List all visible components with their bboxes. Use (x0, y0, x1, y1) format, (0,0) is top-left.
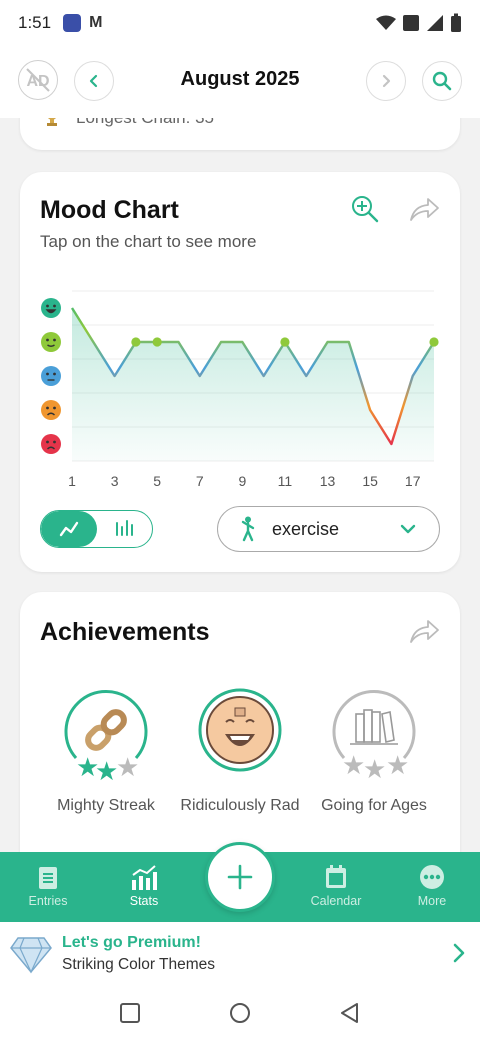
chevron-right-icon[interactable] (452, 942, 466, 964)
plus-icon (227, 864, 253, 890)
more-icon (420, 865, 444, 889)
next-month-button[interactable] (366, 61, 406, 101)
mood-point (280, 337, 290, 347)
nav-calendar[interactable]: Calendar (288, 852, 384, 922)
app-header: AD August 2025 (0, 46, 480, 118)
previous-month-button[interactable] (74, 61, 114, 101)
diamond-icon (10, 937, 52, 974)
mood-chart-title: Mood Chart (40, 196, 179, 224)
search-button[interactable] (422, 61, 462, 101)
exercise-icon (241, 516, 255, 542)
line-chart-icon (59, 521, 79, 537)
svg-text:★: ★ (386, 751, 409, 781)
nav-label: Calendar (310, 894, 362, 908)
x-tick-label: 3 (111, 473, 119, 489)
premium-title: Let's go Premium! (62, 934, 201, 951)
x-tick-label: 7 (196, 473, 204, 489)
status-bar: 1:51 M (0, 0, 480, 46)
books-badge-icon: ★ ★ ★ (332, 690, 416, 785)
mood-chart-card: Mood Chart Tap on the chart to see more (20, 172, 460, 572)
signal-icon (427, 15, 443, 31)
achievement-label: Ridiculously Rad (180, 797, 300, 814)
achievement-mighty-streak[interactable]: ★ ★ ★ Mighty Streak (41, 688, 171, 815)
nav-more[interactable]: More (384, 852, 480, 922)
achievements-card: Achievements ★ ★ ★ Mighty Streak Ridicul… (20, 592, 460, 882)
m-notification-icon: M (89, 14, 103, 31)
mood-line-chart[interactable]: 1 3 5 7 9 11 13 15 17 (20, 272, 460, 492)
nav-label: Stats (129, 894, 159, 908)
mood-bad-icon (41, 400, 61, 420)
stats-icon (132, 865, 157, 890)
svg-text:★: ★ (342, 751, 365, 781)
remove-ads-button[interactable]: AD (18, 60, 58, 100)
system-navigation-bar (0, 986, 480, 1040)
achievement-going-for-ages[interactable]: ★ ★ ★ Going for Ages (309, 688, 439, 815)
svg-text:★: ★ (363, 755, 386, 785)
mood-meh-icon (41, 366, 61, 386)
laughing-face-badge-icon (198, 688, 282, 772)
premium-banner[interactable]: Let's go Premium! Striking Color Themes (0, 922, 480, 986)
zoom-in-icon[interactable] (350, 194, 380, 224)
chart-type-toggle[interactable] (40, 510, 153, 548)
achievement-label: Mighty Streak (57, 797, 155, 814)
line-chart-option[interactable] (41, 511, 97, 547)
x-tick-label: 17 (405, 473, 421, 489)
activity-filter-dropdown[interactable]: exercise (217, 506, 440, 552)
activity-filter-label: exercise (272, 518, 340, 539)
x-tick-label: 15 (362, 473, 378, 489)
chevron-down-icon (400, 524, 416, 534)
x-tick-label: 9 (238, 473, 246, 489)
premium-subtitle: Striking Color Themes (62, 956, 216, 973)
mood-good-icon (41, 332, 61, 352)
status-time: 1:51 (18, 13, 52, 32)
no-ads-icon: AD (26, 68, 50, 92)
mood-point (152, 337, 162, 347)
mood-rad-icon (41, 298, 61, 318)
app-notification-icon (63, 14, 82, 32)
calendar-icon (326, 865, 346, 888)
x-tick-label: 1 (68, 473, 76, 489)
x-tick-label: 13 (320, 473, 336, 489)
svg-text:★: ★ (95, 757, 118, 787)
volte-icon (403, 15, 419, 31)
share-icon[interactable] (408, 194, 440, 224)
month-title[interactable]: August 2025 (120, 68, 360, 91)
chain-badge-icon: ★ ★ ★ (64, 690, 148, 787)
recents-icon[interactable] (119, 1002, 141, 1024)
nav-label: More (417, 894, 447, 908)
chevron-left-icon (89, 74, 98, 88)
x-tick-label: 11 (278, 473, 293, 489)
bar-chart-option[interactable] (97, 511, 152, 547)
x-tick-label: 5 (153, 473, 161, 489)
achievement-ridiculously-rad[interactable]: Ridiculously Rad (175, 688, 305, 815)
nav-label: Entries (28, 894, 68, 908)
achievement-label: Going for Ages (321, 797, 427, 814)
achievements-title: Achievements (40, 618, 210, 646)
mood-awful-icon (41, 434, 61, 454)
bar-chart-icon (115, 520, 133, 536)
share-icon[interactable] (408, 616, 440, 646)
wifi-icon (376, 15, 396, 30)
nav-entries[interactable]: Entries (0, 852, 96, 922)
svg-text:★: ★ (116, 753, 139, 783)
add-entry-button[interactable] (205, 842, 275, 912)
nav-stats[interactable]: Stats (96, 852, 192, 922)
search-icon (432, 71, 452, 91)
back-icon[interactable] (339, 1002, 361, 1024)
mood-point (131, 337, 141, 347)
mood-point (429, 337, 439, 347)
mood-chart-subtitle: Tap on the chart to see more (40, 232, 257, 251)
entries-icon (39, 867, 57, 889)
home-icon[interactable] (229, 1002, 251, 1024)
mood-area (72, 308, 434, 461)
chevron-right-icon (382, 74, 391, 88)
battery-icon (451, 13, 461, 32)
